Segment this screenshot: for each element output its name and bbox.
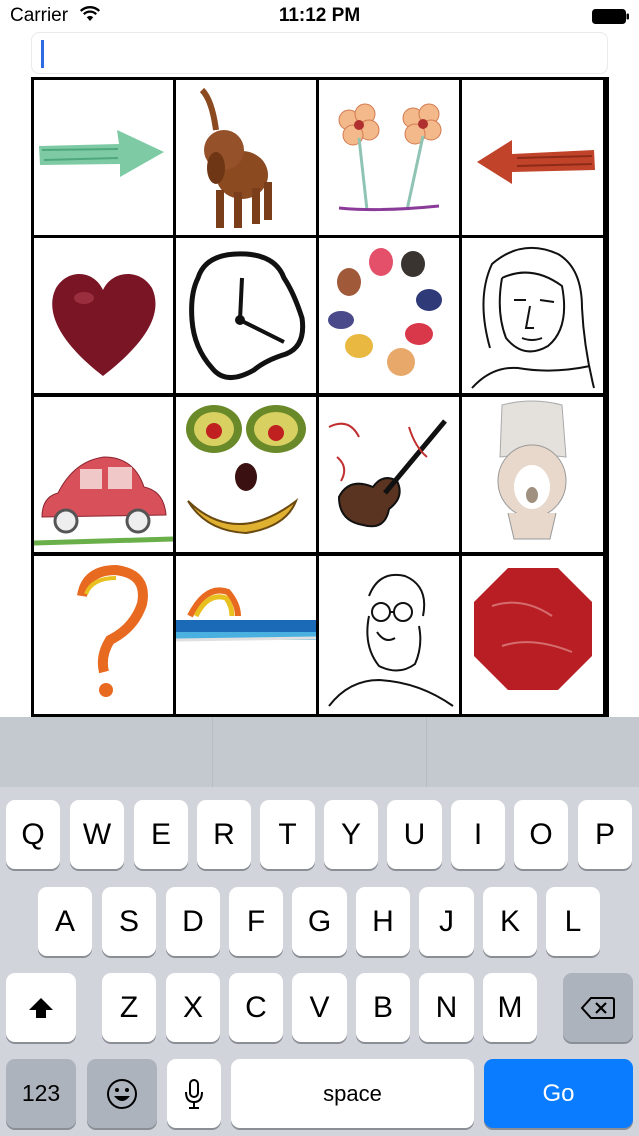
key-i[interactable]: I [451,800,505,869]
key-q[interactable]: Q [6,800,60,869]
key-h[interactable]: H [356,887,410,956]
key-l[interactable]: L [546,887,600,956]
key-v[interactable]: V [292,973,347,1042]
search-input[interactable] [32,33,607,73]
red-car-image[interactable] [34,397,173,552]
microphone-icon [185,1078,203,1109]
key-p[interactable]: P [578,800,632,869]
keyboard: Q W E R T Y U I O P A S D F G H J K L Z … [0,717,639,1136]
key-k[interactable]: K [483,887,537,956]
clock-label: 11:12 PM [278,5,361,26]
suggestion-divider [212,717,213,787]
flowers-image[interactable] [319,80,459,235]
woman-sketch-image[interactable] [462,238,603,393]
key-e[interactable]: E [134,800,188,869]
heart-image[interactable] [34,238,173,393]
emoji-icon [107,1078,137,1109]
suggestion-bar [0,717,639,787]
text-cursor [41,40,44,68]
key-s[interactable]: S [102,887,156,956]
search-field[interactable] [31,32,608,74]
dog-image[interactable] [176,80,316,235]
delete-key[interactable] [563,973,633,1042]
image-grid [31,77,609,717]
key-a[interactable]: A [38,887,92,956]
key-c[interactable]: C [229,973,283,1042]
violin-image[interactable] [319,397,459,552]
status-bar: Carrier 11:12 PM [0,0,639,32]
key-r[interactable]: R [197,800,251,869]
key-t[interactable]: T [260,800,315,869]
rainbow-sea-image[interactable] [176,556,316,714]
suggestion-divider [426,717,427,787]
shift-key[interactable] [6,973,76,1042]
shift-icon [29,997,53,1018]
red-arrow-left-image[interactable] [462,80,603,235]
key-y[interactable]: Y [324,800,378,869]
melting-clock-image[interactable] [176,238,316,393]
paint-blobs-image[interactable] [319,238,459,393]
key-z[interactable]: Z [102,973,156,1042]
question-mark-image[interactable] [34,556,173,714]
key-n[interactable]: N [419,973,474,1042]
key-x[interactable]: X [166,973,220,1042]
key-g[interactable]: G [292,887,347,956]
dictation-key[interactable] [167,1059,221,1128]
key-b[interactable]: B [356,973,410,1042]
green-arrow-right-image[interactable] [34,80,173,235]
toilet-image[interactable] [462,397,603,552]
man-sketch-image[interactable] [319,556,459,714]
key-f[interactable]: F [229,887,283,956]
space-key[interactable]: space [231,1059,474,1128]
emoji-key[interactable] [87,1059,157,1128]
fruit-face-image[interactable] [176,397,316,552]
key-o[interactable]: O [514,800,568,869]
key-w[interactable]: W [70,800,124,869]
key-j[interactable]: J [419,887,474,956]
key-u[interactable]: U [387,800,442,869]
go-key[interactable]: Go [484,1059,633,1128]
battery-icon [592,9,630,24]
backspace-icon [581,996,615,1019]
key-d[interactable]: D [166,887,220,956]
red-octagon-image[interactable] [462,556,603,714]
numbers-key[interactable]: 123 [6,1059,76,1128]
key-m[interactable]: M [483,973,537,1042]
